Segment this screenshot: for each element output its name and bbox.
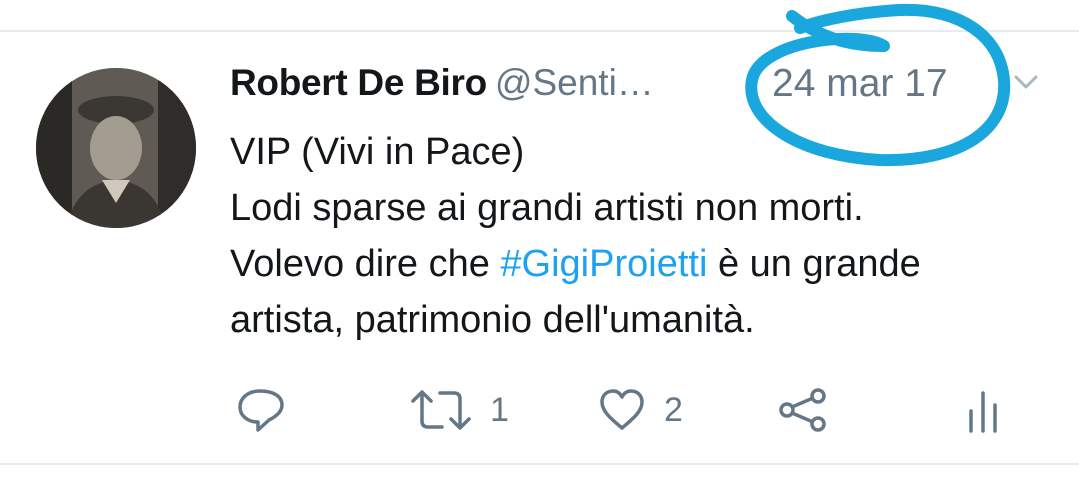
author-handle[interactable]: @Senti… xyxy=(495,62,654,103)
tweet-text-segment: Volevo dire che xyxy=(230,243,501,285)
tweet-text: VIP (Vivi in Pace) Lodi sparse ai grandi… xyxy=(230,124,1060,348)
avatar[interactable] xyxy=(36,68,196,228)
share-icon xyxy=(779,388,826,432)
tweet-header: Robert De Biro @Senti… xyxy=(230,62,654,114)
top-divider xyxy=(0,30,1079,32)
action-bar: 1 2 xyxy=(0,385,1079,435)
retweet-icon xyxy=(411,390,471,430)
heart-icon xyxy=(600,389,644,430)
reply-icon xyxy=(238,389,284,432)
analytics-button[interactable] xyxy=(966,385,1000,435)
tweet-line: Volevo dire che #GigiProietti è un grand… xyxy=(230,236,1060,292)
author-name[interactable]: Robert De Biro xyxy=(230,62,487,103)
analytics-icon xyxy=(969,391,997,433)
tweet-date[interactable]: 24 mar 17 xyxy=(772,62,948,106)
tweet-line: Lodi sparse ai grandi artisti non morti. xyxy=(230,187,864,229)
like-count: 2 xyxy=(664,390,683,429)
share-button[interactable] xyxy=(778,385,832,435)
chevron-down-icon[interactable] xyxy=(1012,72,1040,92)
hashtag-link[interactable]: #GigiProietti xyxy=(500,243,707,285)
like-button[interactable]: 2 xyxy=(598,385,683,435)
bottom-divider xyxy=(0,463,1079,465)
reply-button[interactable] xyxy=(236,385,286,435)
retweet-button[interactable]: 1 xyxy=(410,385,509,435)
retweet-count: 1 xyxy=(490,390,509,429)
avatar-photo xyxy=(36,68,196,228)
tweet-text-segment: è un grande xyxy=(707,243,921,285)
tweet-line: artista, patrimonio dell'umanità. xyxy=(230,299,755,341)
tweet-line: VIP (Vivi in Pace) xyxy=(230,131,525,173)
